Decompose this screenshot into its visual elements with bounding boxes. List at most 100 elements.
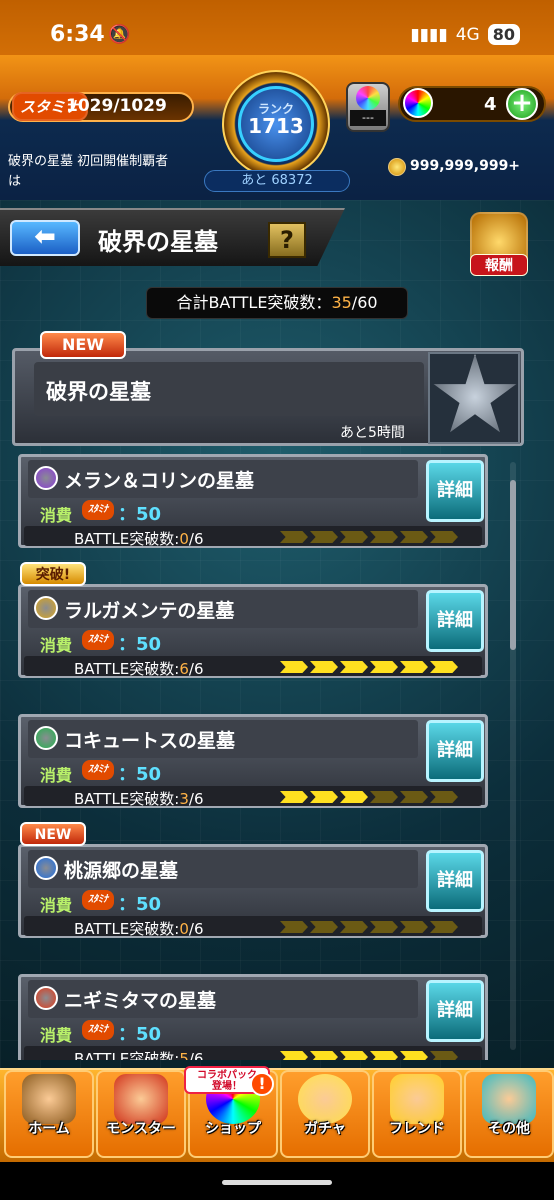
cost-value: ：50 xyxy=(118,634,162,655)
progress-chevron xyxy=(400,1051,428,1060)
nav-label: フレンド xyxy=(389,1121,445,1137)
detail-button[interactable]: 詳細 xyxy=(426,850,484,912)
rank-next-exp: あと 68372 xyxy=(204,170,350,192)
progress-chevron xyxy=(340,661,368,673)
detail-button[interactable]: 詳細 xyxy=(426,980,484,1042)
progress-chevron xyxy=(400,921,428,933)
summary-prefix: 合計BATTLE突破数： xyxy=(176,293,332,312)
new-badge: NEW xyxy=(40,331,126,359)
progress-chevron xyxy=(340,531,368,543)
cost-label: 消費 xyxy=(40,506,73,525)
player-title-line1: 破界の星墓 初回開催制覇者 xyxy=(8,154,169,169)
player-title: 破界の星墓 初回開催制覇者 は xyxy=(8,152,198,192)
progress-chevron xyxy=(340,921,368,933)
clock: 6:34 xyxy=(50,22,105,47)
progress-chevron xyxy=(400,791,428,803)
progress-total: /6 xyxy=(188,530,204,548)
stamina-value: 1029/1029 xyxy=(66,96,167,116)
machine-display: --- xyxy=(350,110,386,126)
progress-chevron xyxy=(400,531,428,543)
progress-text: BATTLE突破数: xyxy=(74,1050,180,1060)
stamina-icon: ｽﾀﾐﾅ xyxy=(82,1020,114,1040)
shop-alert-badge: ! xyxy=(250,1072,274,1096)
progress-text: BATTLE突破数: xyxy=(74,790,180,808)
nav-label: ショップ xyxy=(205,1121,261,1137)
detail-button[interactable]: 詳細 xyxy=(426,590,484,652)
stamina-icon: ｽﾀﾐﾅ xyxy=(82,500,114,520)
progress-chevron xyxy=(430,921,458,933)
detail-button[interactable]: 詳細 xyxy=(426,720,484,782)
battery-badge: 80 xyxy=(487,24,520,45)
progress-chevrons xyxy=(280,661,458,673)
battle-summary: 合計BATTLE突破数：35/60 xyxy=(146,287,408,319)
stamina-icon: ｽﾀﾐﾅ xyxy=(82,630,114,650)
progress-chevron xyxy=(430,791,458,803)
rank-value: 1713 xyxy=(248,114,304,138)
cost-value: ：50 xyxy=(118,504,162,525)
progress-chevron xyxy=(430,661,458,673)
cleared-badge: 突破! xyxy=(20,562,86,586)
progress-total: /6 xyxy=(188,1050,204,1060)
progress-text: BATTLE突破数: xyxy=(74,530,180,548)
friend-icon xyxy=(390,1074,444,1124)
progress-chevrons xyxy=(280,1051,458,1060)
progress-done: 6 xyxy=(179,660,189,678)
cost-value: ：50 xyxy=(118,894,162,915)
progress-chevron xyxy=(310,1051,338,1060)
element-icon xyxy=(34,986,58,1010)
event-remaining-time: あと5時間 xyxy=(340,425,405,441)
nav-label: モンスター xyxy=(106,1121,176,1137)
progress-chevron xyxy=(310,791,338,803)
progress-label: BATTLE突破数:3/6 xyxy=(74,788,204,809)
home-icon xyxy=(22,1074,76,1124)
home-gesture-bar[interactable] xyxy=(222,1180,332,1185)
progress-chevron xyxy=(340,791,368,803)
event-title: 破界の星墓 xyxy=(34,362,424,416)
stage-item[interactable]: ニギミタマの星墓 消費 ｽﾀﾐﾅ ：50 BATTLE突破数:5/6 詳細 xyxy=(18,974,488,1060)
progress-chevron xyxy=(430,531,458,543)
cost-label: 消費 xyxy=(40,1026,73,1045)
stamina-icon: ｽﾀﾐﾅ xyxy=(82,760,114,780)
nav-label: ガチャ xyxy=(304,1121,346,1137)
progress-done: 0 xyxy=(179,920,189,938)
machine-orb-icon xyxy=(356,86,380,110)
mute-icon: 🔕 xyxy=(108,24,131,45)
summary-done: 35 xyxy=(331,293,352,312)
progress-done: 0 xyxy=(179,530,189,548)
progress-chevron xyxy=(280,1051,308,1060)
element-icon xyxy=(34,466,58,490)
progress-done: 5 xyxy=(179,1050,189,1060)
progress-chevron xyxy=(310,531,338,543)
new-badge: NEW xyxy=(20,822,86,846)
summary-total: /60 xyxy=(351,293,378,312)
progress-done: 3 xyxy=(179,790,189,808)
progress-chevrons xyxy=(280,921,458,933)
progress-label: BATTLE突破数:0/6 xyxy=(74,528,204,549)
stage-item[interactable]: ラルガメンテの星墓 消費 ｽﾀﾐﾅ ：50 BATTLE突破数:6/6 詳細 xyxy=(18,584,488,680)
progress-chevron xyxy=(310,921,338,933)
buy-orb-button[interactable]: + xyxy=(506,88,538,120)
stage-item[interactable]: メラン＆コリンの星墓 消費 ｽﾀﾐﾅ ：50 BATTLE突破数:0/6 詳細 xyxy=(18,454,488,550)
stamina-icon: ｽﾀﾐﾅ xyxy=(82,890,114,910)
element-icon xyxy=(34,596,58,620)
nav-label: ホーム xyxy=(28,1121,70,1137)
progress-total: /6 xyxy=(188,790,204,808)
reward-label[interactable]: 報酬 xyxy=(470,254,528,276)
progress-chevron xyxy=(280,661,308,673)
progress-label: BATTLE突破数:5/6 xyxy=(74,1048,204,1060)
cost-label: 消費 xyxy=(40,896,73,915)
progress-label: BATTLE突破数:0/6 xyxy=(74,918,204,939)
cost-label: 消費 xyxy=(40,636,73,655)
detail-button[interactable]: 詳細 xyxy=(426,460,484,522)
progress-chevron xyxy=(430,1051,458,1060)
back-button[interactable]: ⬅ xyxy=(10,220,80,256)
progress-chevron xyxy=(370,531,398,543)
help-button[interactable]: ? xyxy=(268,222,306,258)
orb-icon xyxy=(403,88,433,118)
progress-total: /6 xyxy=(188,920,204,938)
coin-icon xyxy=(388,158,406,176)
stage-item[interactable]: 桃源郷の星墓 消費 ｽﾀﾐﾅ ：50 BATTLE突破数:0/6 詳細 xyxy=(18,844,488,940)
cost-value: ：50 xyxy=(118,1024,162,1045)
progress-chevron xyxy=(400,661,428,673)
stage-item[interactable]: コキュートスの星墓 消費 ｽﾀﾐﾅ ：50 BATTLE突破数:3/6 詳細 xyxy=(18,714,488,810)
